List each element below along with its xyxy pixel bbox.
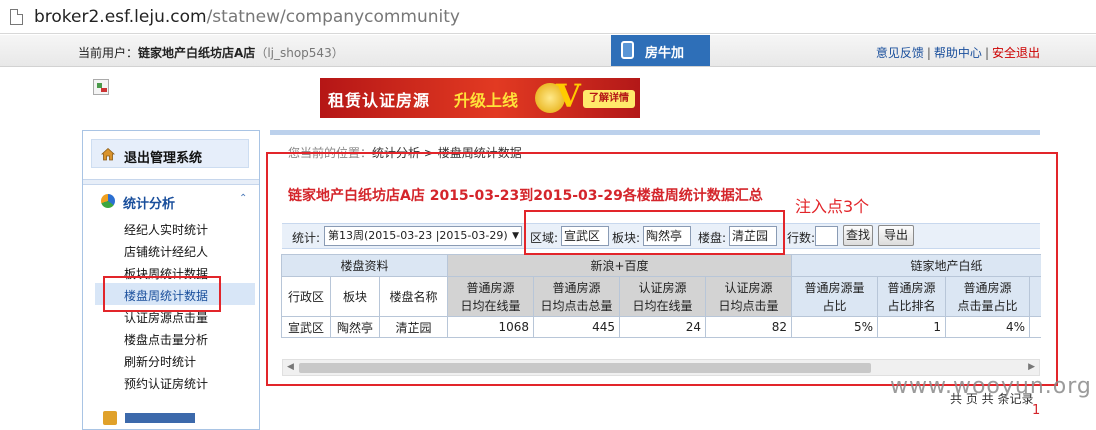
pie-chart-icon — [101, 194, 115, 208]
phone-icon — [621, 41, 634, 59]
help-center-link[interactable]: 帮助中心 — [934, 46, 982, 60]
link-separator: | — [984, 46, 989, 60]
banner-text: 租赁认证房源 — [328, 91, 431, 110]
annotation-box-filters — [524, 210, 785, 255]
sidebar-next-section[interactable] — [101, 407, 251, 427]
logout-link[interactable]: 安全退出 — [992, 46, 1040, 60]
section-stats-title: 统计分析 — [123, 197, 176, 212]
annotation-box-content — [266, 152, 1058, 386]
section-icon — [103, 411, 117, 425]
fangniujia-label: 房牛加 — [645, 46, 685, 61]
account-id: （lj_shop543） — [255, 46, 344, 60]
sidebar-divider — [83, 179, 259, 185]
content-top-rule — [270, 130, 1040, 135]
sidebar-item-refresh-stats[interactable]: 刷新分时统计 — [124, 353, 196, 370]
banner-detail-button[interactable]: 了解详情 — [583, 90, 635, 108]
link-separator: | — [926, 46, 931, 60]
top-links: 意见反馈 | 帮助中心 | 安全退出 — [876, 44, 1040, 61]
current-user: 当前用户：链家地产白纸坊店A店（lj_shop543） — [78, 44, 344, 61]
section-title-cutoff — [125, 413, 195, 423]
address-bar[interactable]: broker2.esf.leju.com/statnew/companycomm… — [0, 0, 1096, 34]
chevron-up-icon[interactable]: ⌃ — [239, 193, 247, 204]
current-user-label: 当前用户： — [78, 46, 139, 60]
exit-system-button[interactable]: 退出管理系统 — [91, 139, 249, 168]
sidebar-item-estate-clicks[interactable]: 楼盘点击量分析 — [124, 331, 208, 348]
annotation-box-menu-item — [103, 276, 221, 312]
page-icon — [10, 9, 23, 25]
home-icon — [101, 147, 115, 161]
feedback-link[interactable]: 意见反馈 — [876, 46, 924, 60]
sidebar-item-shop-agent[interactable]: 店铺统计经纪人 — [124, 243, 208, 260]
banner-subtext: 升级上线 — [454, 91, 519, 110]
url-text[interactable]: broker2.esf.leju.com/statnew/companycomm… — [34, 7, 460, 27]
exit-system-label: 退出管理系统 — [124, 151, 203, 166]
sidebar-item-booking-stats[interactable]: 预约认证房统计 — [124, 375, 208, 392]
current-user-name: 链家地产白纸坊店A店 — [138, 46, 256, 60]
top-header: 当前用户：链家地产白纸坊店A店（lj_shop543） 房牛加 意见反馈 | 帮助中… — [0, 35, 1096, 67]
v-mark-icon: V — [556, 78, 581, 115]
promo-banner[interactable]: 租赁认证房源 升级上线 V 了解详情 — [320, 78, 640, 118]
fangniujia-button[interactable]: 房牛加 — [611, 35, 710, 66]
watermark: www.wooyun.org — [890, 374, 1092, 399]
sidebar-item-agent-realtime[interactable]: 经纪人实时统计 — [124, 221, 208, 238]
broken-image-icon — [93, 79, 109, 95]
